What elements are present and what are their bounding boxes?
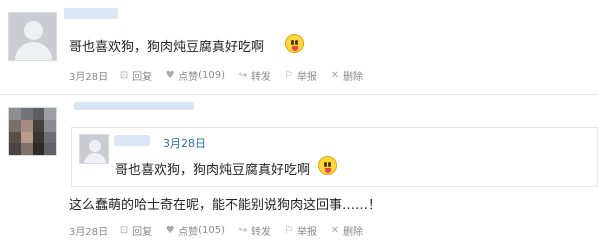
- forward-icon: ↪: [238, 69, 248, 81]
- comment-toolbar: 3月28日 ⊡ 回复 ♥ 点赞 (109) ↪ 转发 ⚐ 举报 ✕ 删除: [69, 68, 375, 84]
- delete-icon: ✕: [330, 224, 340, 236]
- avatar-body-shape: [15, 42, 52, 60]
- delete-button[interactable]: ✕ 删除: [329, 223, 363, 239]
- report-icon: ⚐: [284, 224, 294, 236]
- like-label: 点赞: [178, 72, 199, 83]
- like-button[interactable]: ♥ 点赞 (109): [164, 68, 225, 84]
- report-label: 举报: [296, 227, 317, 238]
- forward-icon: ↪: [238, 224, 248, 236]
- report-button[interactable]: ⚐ 举报: [283, 68, 317, 84]
- report-icon: ⚐: [284, 69, 294, 81]
- forward-button[interactable]: ↪ 转发: [237, 223, 271, 239]
- avatar-head-shape: [24, 21, 43, 40]
- forward-label: 转发: [250, 72, 271, 83]
- delete-label: 删除: [342, 227, 363, 238]
- comment-date: 3月28日: [69, 227, 109, 238]
- reply-icon: ⊡: [119, 69, 129, 81]
- comment-text-content: 这么蠢萌的哈士奇在呢，能不能别说狗肉这回事……！: [69, 198, 382, 213]
- avatar-head-shape: [89, 140, 101, 152]
- report-button[interactable]: ⚐ 举报: [283, 223, 317, 239]
- delete-label: 删除: [342, 72, 363, 83]
- quoted-text-content: 哥也喜欢狗，狗肉炖豆腐真好吃啊: [115, 163, 311, 178]
- avatar-body-shape: [84, 153, 106, 163]
- reply-label: 回复: [132, 72, 153, 83]
- like-count: (109): [198, 70, 225, 81]
- comment-toolbar: 3月28日 ⊡ 回复 ♥ 点赞 (105) ↪ 转发 ⚐ 举报 ✕ 删除: [69, 223, 375, 239]
- like-count: (105): [198, 225, 225, 236]
- emoji-tongue-icon: [285, 34, 304, 53]
- quoted-comment: 3月28日 哥也喜欢狗，狗肉炖豆腐真好吃啊: [71, 127, 598, 187]
- username-blurred[interactable]: [74, 102, 194, 110]
- comment-text-content: 哥也喜欢狗，狗肉炖豆腐真好吃啊: [69, 40, 265, 55]
- quoted-text: 哥也喜欢狗，狗肉炖豆腐真好吃啊: [115, 159, 310, 178]
- quoted-date[interactable]: 3月28日: [163, 135, 206, 151]
- like-button[interactable]: ♥ 点赞 (105): [164, 223, 225, 239]
- emoji-tongue-icon: [318, 156, 337, 175]
- reply-button[interactable]: ⊡ 回复: [118, 68, 153, 84]
- comment-date: 3月28日: [69, 72, 109, 83]
- reply-label: 回复: [132, 227, 153, 238]
- thumbs-up-icon: ♥: [165, 224, 175, 236]
- delete-icon: ✕: [330, 69, 340, 81]
- username-blurred[interactable]: [64, 8, 118, 19]
- comment-text: 这么蠢萌的哈士奇在呢，能不能别说狗肉这回事……！: [69, 194, 381, 213]
- forward-label: 转发: [250, 227, 271, 238]
- comment-text: 哥也喜欢狗，狗肉炖豆腐真好吃啊: [69, 36, 264, 55]
- thumbs-up-icon: ♥: [165, 69, 175, 81]
- reply-icon: ⊡: [119, 224, 129, 236]
- delete-button[interactable]: ✕ 删除: [329, 68, 363, 84]
- quoted-username-blurred[interactable]: [114, 135, 150, 146]
- like-label: 点赞: [178, 227, 199, 238]
- forward-button[interactable]: ↪ 转发: [237, 68, 271, 84]
- report-label: 举报: [296, 72, 317, 83]
- avatar[interactable]: [8, 12, 57, 61]
- quoted-avatar[interactable]: [79, 134, 109, 164]
- reply-button[interactable]: ⊡ 回复: [118, 223, 153, 239]
- avatar[interactable]: [8, 107, 57, 156]
- comment-divider: [0, 94, 598, 95]
